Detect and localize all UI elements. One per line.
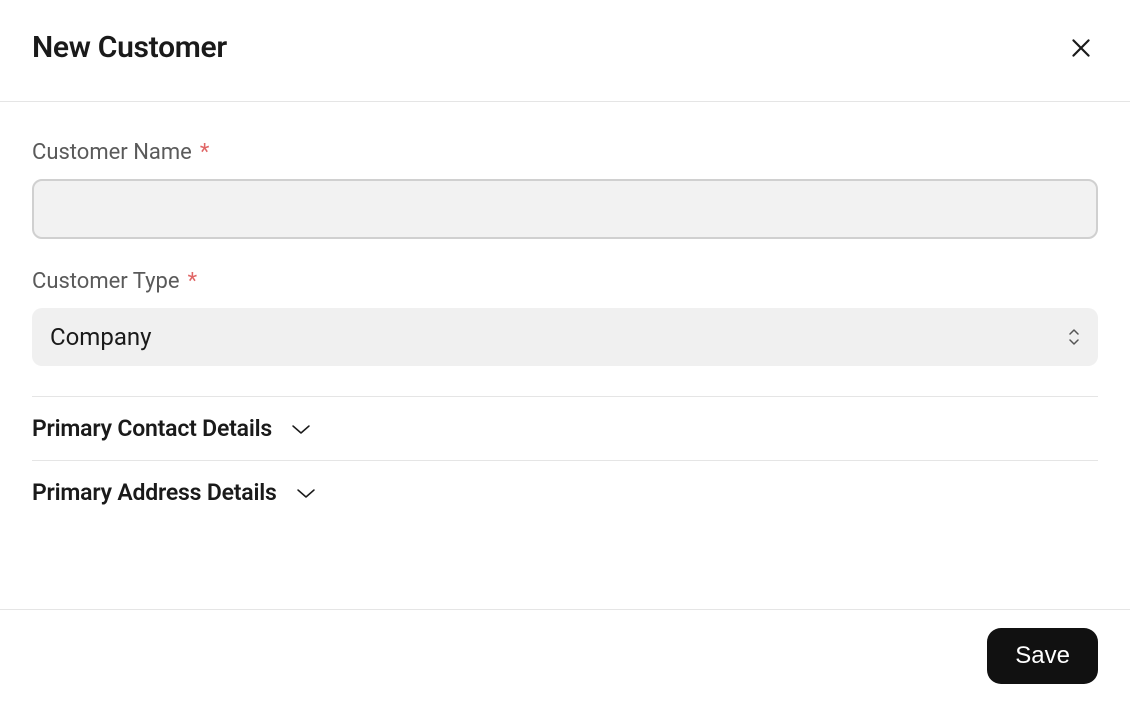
customer-name-input[interactable] (32, 179, 1098, 239)
close-button[interactable] (1064, 31, 1098, 65)
customer-type-label: Customer Type * (32, 269, 1098, 294)
save-button[interactable]: Save (987, 628, 1098, 684)
dialog-header: New Customer (0, 0, 1130, 102)
form-body: Customer Name * Customer Type * Company (0, 102, 1130, 524)
section-primary-address: Primary Address Details (32, 461, 1098, 524)
dialog-footer: Save (0, 609, 1130, 708)
chevron-down-icon (295, 486, 317, 500)
section-primary-address-title: Primary Address Details (32, 479, 277, 506)
page-title: New Customer (32, 30, 227, 65)
section-primary-contact-title: Primary Contact Details (32, 415, 272, 442)
required-asterisk: * (188, 269, 197, 294)
section-primary-contact: Primary Contact Details (32, 397, 1098, 461)
close-icon (1068, 35, 1094, 61)
chevron-down-icon (290, 422, 312, 436)
section-primary-contact-header[interactable]: Primary Contact Details (32, 397, 1098, 460)
customer-type-select[interactable]: Company (32, 308, 1098, 366)
customer-type-label-text: Customer Type (32, 269, 180, 294)
section-primary-address-header[interactable]: Primary Address Details (32, 461, 1098, 524)
customer-name-label-text: Customer Name (32, 140, 192, 165)
required-asterisk: * (200, 140, 209, 165)
customer-type-selected-value: Company (50, 323, 152, 351)
customer-type-field: Customer Type * Company (32, 269, 1098, 366)
customer-name-label: Customer Name * (32, 140, 1098, 165)
customer-name-field: Customer Name * (32, 140, 1098, 239)
